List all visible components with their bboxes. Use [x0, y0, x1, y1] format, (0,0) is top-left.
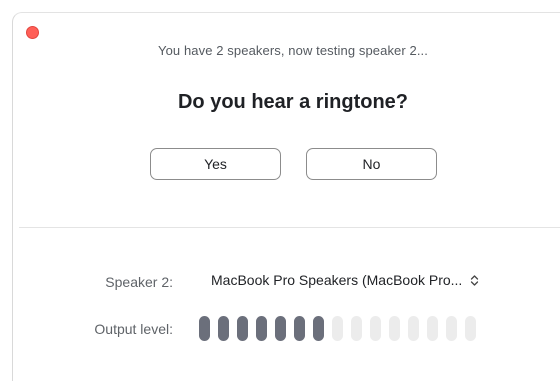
yes-button[interactable]: Yes	[150, 148, 281, 180]
page-title: Do you hear a ringtone?	[177, 91, 409, 113]
level-segment	[218, 316, 229, 341]
level-segment	[446, 316, 457, 341]
no-button[interactable]: No	[306, 148, 437, 180]
speaker-select[interactable]: MacBook Pro Speakers (MacBook Pro...	[211, 272, 479, 288]
level-segment	[408, 316, 419, 341]
level-segment	[256, 316, 267, 341]
close-window-icon[interactable]	[26, 26, 39, 39]
level-segment	[237, 316, 248, 341]
level-segment	[332, 316, 343, 341]
level-segment	[351, 316, 362, 341]
level-segment	[294, 316, 305, 341]
chevron-updown-icon	[470, 274, 479, 287]
status-text: You have 2 speakers, now testing speaker…	[158, 43, 428, 58]
speaker-label: Speaker 2:	[105, 274, 173, 290]
level-segment	[199, 316, 210, 341]
level-segment	[465, 316, 476, 341]
output-level-label: Output level:	[94, 321, 173, 337]
speaker-test-window: You have 2 speakers, now testing speaker…	[12, 12, 560, 381]
level-segment	[275, 316, 286, 341]
level-segment	[389, 316, 400, 341]
speaker-select-value: MacBook Pro Speakers (MacBook Pro...	[211, 272, 463, 288]
section-divider	[19, 227, 560, 228]
output-level-meter	[199, 316, 476, 341]
level-segment	[427, 316, 438, 341]
level-segment	[370, 316, 381, 341]
level-segment	[313, 316, 324, 341]
